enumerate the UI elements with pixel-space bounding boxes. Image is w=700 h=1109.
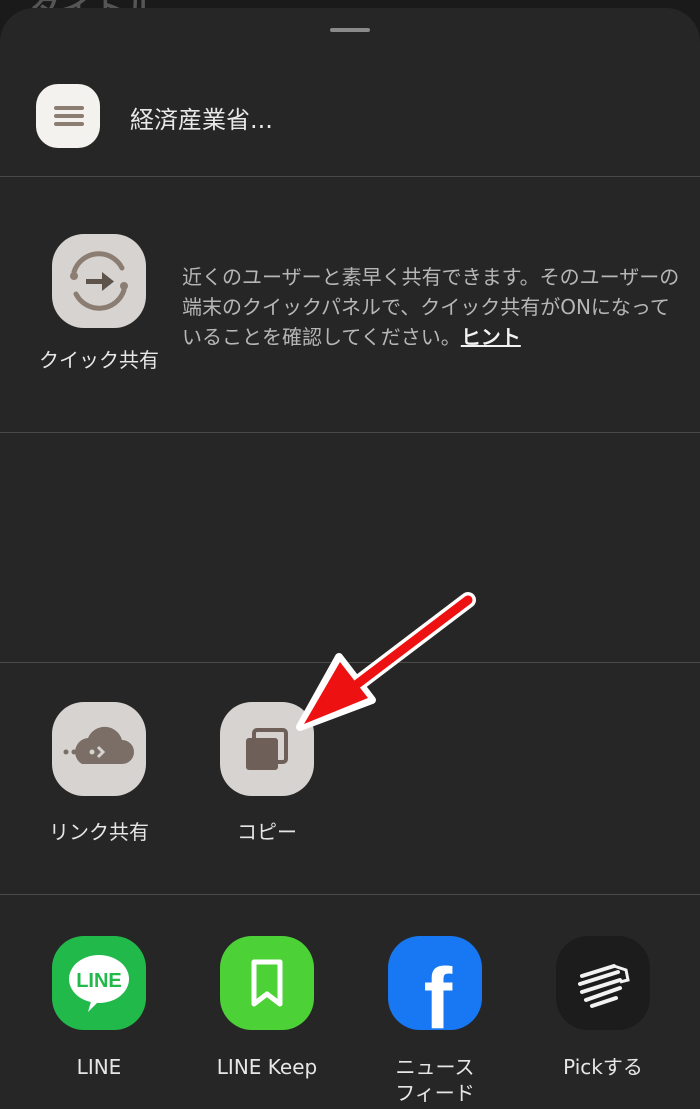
- divider: [0, 176, 700, 177]
- app-label-news-feed: ニュース フィード: [395, 1055, 475, 1105]
- quick-share-label: クイック共有: [39, 348, 159, 372]
- line-icon: LINE: [69, 955, 129, 1012]
- app-label-line-keep: LINE Keep: [216, 1055, 318, 1079]
- shared-item-title: 経済産業省...: [130, 106, 273, 134]
- line-app-button[interactable]: LINE: [52, 936, 146, 1030]
- link-share-label: リンク共有: [49, 820, 149, 844]
- link-share-button[interactable]: [52, 702, 146, 796]
- hint-link[interactable]: ヒント: [461, 325, 521, 349]
- drag-handle[interactable]: [330, 28, 370, 32]
- facebook-icon-text: f: [424, 951, 453, 1030]
- cloud-link-icon: [63, 726, 134, 764]
- description-text: 近くのユーザーと素早く共有できます。そのユーザーの端末のクイックパネルで、クイッ…: [182, 265, 680, 349]
- copy-icon: [246, 728, 288, 770]
- quick-share-description: 近くのユーザーと素早く共有できます。そのユーザーの端末のクイックパネルで、クイッ…: [182, 262, 682, 352]
- quick-share-button[interactable]: [52, 234, 146, 328]
- menu-icon: [36, 84, 100, 148]
- facebook-icon: f: [424, 951, 453, 1030]
- bookmark-icon: [251, 959, 283, 1007]
- divider: [0, 432, 700, 433]
- copy-label: コピー: [237, 820, 297, 844]
- zebra-icon: [578, 964, 630, 1008]
- pick-app-button[interactable]: [556, 936, 650, 1030]
- line-icon-text: LINE: [76, 970, 122, 992]
- copy-button[interactable]: [220, 702, 314, 796]
- app-label-line: LINE: [76, 1055, 122, 1079]
- divider: [0, 662, 700, 663]
- quick-share-icon: [70, 251, 128, 311]
- facebook-news-feed-button[interactable]: f: [388, 936, 482, 1030]
- app-label-pick: Pickする: [563, 1055, 643, 1079]
- line-keep-button[interactable]: [220, 936, 314, 1030]
- share-sheet: 経済産業省... クイック共有 近くのユーザーと素早く共有できます。そのユーザー…: [0, 8, 700, 1109]
- divider: [0, 894, 700, 895]
